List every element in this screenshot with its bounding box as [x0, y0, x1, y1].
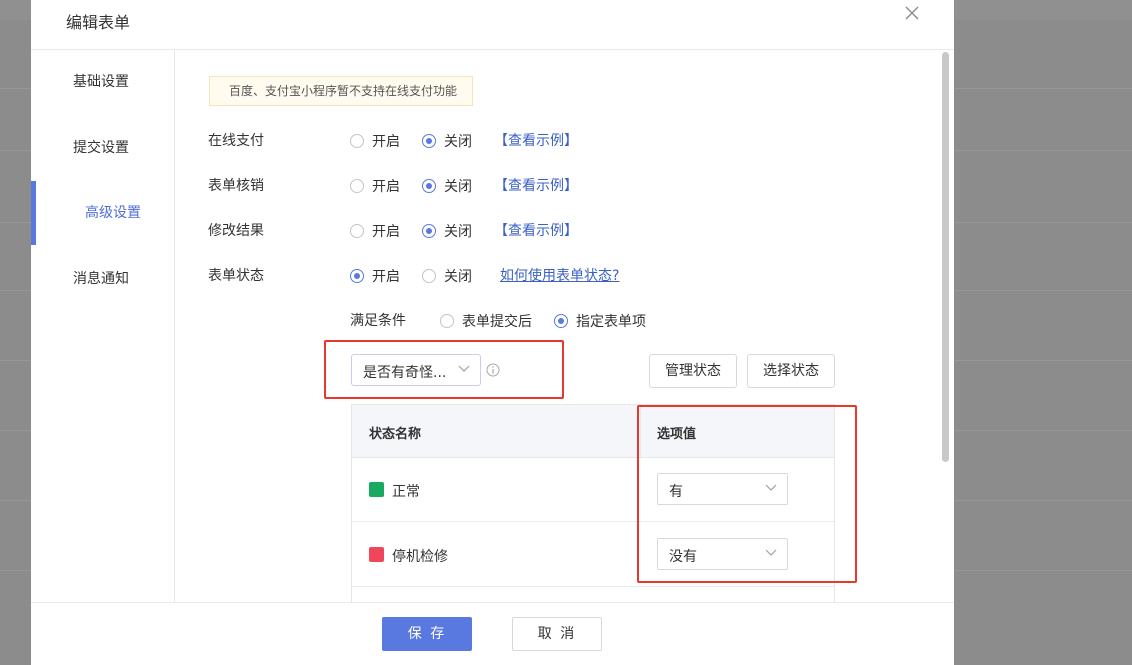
form-status-help-link[interactable]: 如何使用表单状态? — [500, 265, 619, 285]
option-value-text: 没有 — [669, 549, 697, 565]
radio-label: 开启 — [372, 224, 400, 240]
dialog-title: 编辑表单 — [66, 13, 131, 32]
edit-form-dialog: 编辑表单 基础设置 提交设置 高级设置 消息通知 百度、支付宝小程序暂不支持在线… — [31, 0, 954, 665]
modify-result-label: 修改结果 — [208, 223, 264, 239]
option-value-select[interactable]: 没有 — [657, 538, 788, 570]
condition-specified-radio[interactable]: 指定表单项 — [554, 311, 646, 331]
select-status-button[interactable]: 选择状态 — [747, 354, 835, 388]
table-row: 停机检修 没有 — [352, 522, 834, 587]
sidebar-item-submit[interactable]: 提交设置 — [31, 116, 174, 180]
online-pay-off-radio[interactable]: 关闭 — [422, 131, 472, 151]
dialog-footer: 保 存 取 消 — [31, 602, 954, 665]
advanced-settings-panel: 百度、支付宝小程序暂不支持在线支付功能 在线支付 开启 关闭 【查看示例】 表单… — [175, 50, 945, 602]
online-pay-on-radio[interactable]: 开启 — [350, 131, 400, 151]
column-divider — [640, 405, 641, 457]
info-icon[interactable] — [486, 363, 500, 377]
option-value-text: 有 — [669, 484, 683, 500]
condition-after-submit-radio[interactable]: 表单提交后 — [440, 311, 532, 331]
status-table: 状态名称 选项值 正常 有 停机检修 没有 — [351, 404, 835, 602]
radio-circle — [422, 269, 436, 283]
radio-label: 开启 — [372, 269, 400, 285]
chevron-down-icon — [458, 365, 470, 372]
cancel-button[interactable]: 取 消 — [512, 617, 602, 651]
sidebar-item-advanced[interactable]: 高级设置 — [31, 181, 174, 245]
radio-label: 关闭 — [444, 224, 472, 240]
verify-label: 表单核销 — [208, 178, 264, 194]
status-name: 停机检修 — [392, 549, 448, 565]
modify-result-off-radio[interactable]: 关闭 — [422, 221, 472, 241]
verify-example-link[interactable]: 【查看示例】 — [494, 175, 578, 195]
radio-label: 表单提交后 — [462, 314, 532, 330]
radio-label: 开启 — [372, 179, 400, 195]
form-field-select-value: 是否有奇怪... — [363, 365, 447, 381]
radio-label: 关闭 — [444, 269, 472, 285]
online-pay-example-link[interactable]: 【查看示例】 — [494, 130, 578, 150]
radio-label: 指定表单项 — [576, 314, 646, 330]
verify-on-radio[interactable]: 开启 — [350, 176, 400, 196]
radio-circle — [350, 269, 364, 283]
radio-circle — [422, 134, 436, 148]
status-color-swatch — [369, 547, 384, 562]
radio-circle — [350, 134, 364, 148]
radio-circle — [422, 224, 436, 238]
chevron-down-icon — [765, 484, 777, 491]
radio-circle — [350, 224, 364, 238]
sidebar-item-label: 消息通知 — [73, 271, 129, 287]
radio-label: 关闭 — [444, 179, 472, 195]
scrollbar[interactable] — [942, 52, 949, 462]
sidebar-item-label: 提交设置 — [73, 140, 129, 156]
table-row: 正常 有 — [352, 457, 834, 522]
radio-label: 关闭 — [444, 134, 472, 150]
modify-result-on-radio[interactable]: 开启 — [350, 221, 400, 241]
sidebar-item-notification[interactable]: 消息通知 — [31, 247, 174, 311]
table-header: 状态名称 选项值 — [352, 405, 834, 458]
save-button[interactable]: 保 存 — [382, 617, 472, 651]
form-status-label: 表单状态 — [208, 268, 264, 284]
column-header-status-name: 状态名称 — [369, 427, 422, 442]
radio-circle — [554, 314, 568, 328]
settings-sidebar: 基础设置 提交设置 高级设置 消息通知 — [31, 50, 175, 602]
chevron-down-icon — [765, 549, 777, 556]
radio-circle — [440, 314, 454, 328]
status-color-swatch — [369, 482, 384, 497]
status-name: 正常 — [392, 484, 420, 500]
modify-result-example-link[interactable]: 【查看示例】 — [494, 220, 578, 240]
dialog-header: 编辑表单 — [31, 0, 954, 50]
sidebar-item-label: 高级设置 — [85, 205, 141, 221]
manage-status-button[interactable]: 管理状态 — [649, 354, 737, 388]
radio-label: 开启 — [372, 134, 400, 150]
verify-off-radio[interactable]: 关闭 — [422, 176, 472, 196]
sidebar-item-basic[interactable]: 基础设置 — [31, 50, 174, 114]
form-field-select[interactable]: 是否有奇怪... — [351, 354, 481, 386]
notice-banner: 百度、支付宝小程序暂不支持在线支付功能 — [209, 76, 473, 106]
form-status-on-radio[interactable]: 开启 — [350, 266, 400, 286]
option-value-select[interactable]: 有 — [657, 473, 788, 505]
sidebar-item-label: 基础设置 — [73, 74, 129, 90]
online-pay-label: 在线支付 — [208, 133, 264, 149]
radio-circle — [422, 179, 436, 193]
radio-circle — [350, 179, 364, 193]
form-status-off-radio[interactable]: 关闭 — [422, 266, 472, 286]
column-header-option-value: 选项值 — [657, 427, 697, 442]
close-icon[interactable] — [904, 5, 922, 23]
